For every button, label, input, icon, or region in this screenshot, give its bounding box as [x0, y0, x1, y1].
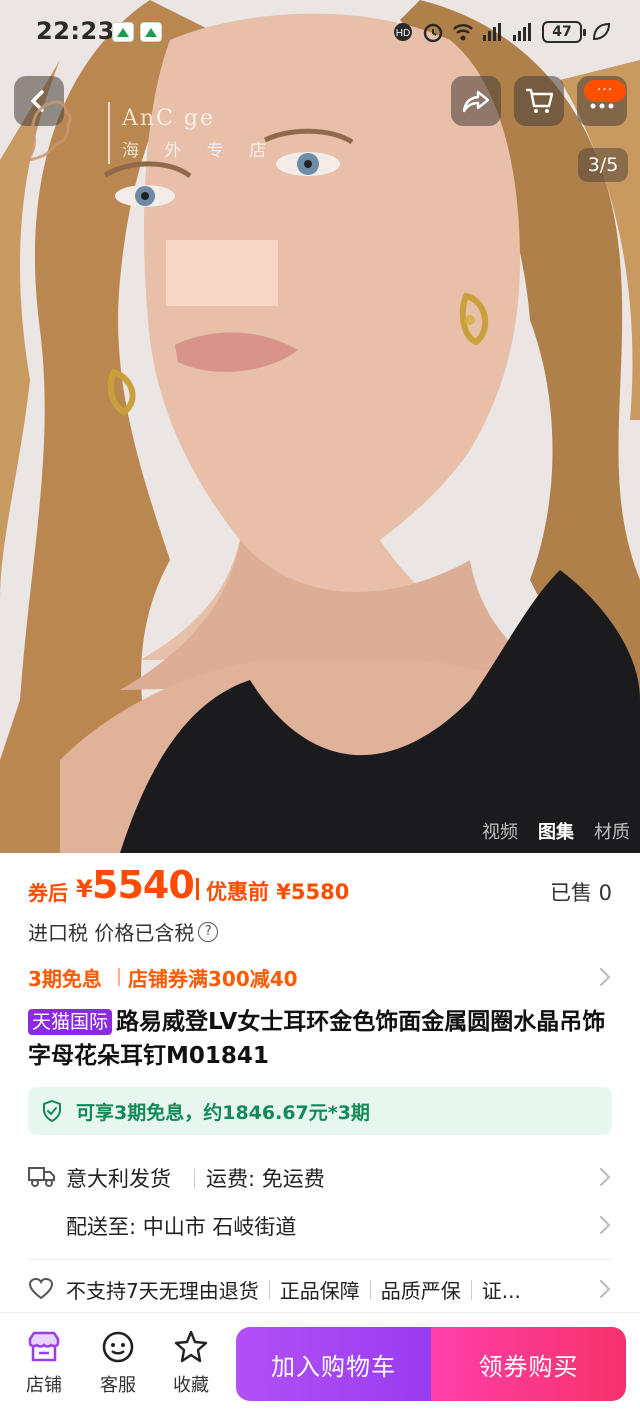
favorite-tab[interactable]: 收藏 — [161, 1329, 221, 1397]
guarantee-divider — [369, 1279, 371, 1300]
product-photo — [0, 0, 640, 853]
share-icon — [462, 90, 490, 113]
promo-divider — [118, 968, 120, 986]
truck-icon — [28, 1167, 55, 1187]
add-to-cart-button[interactable]: 加入购物车 — [236, 1327, 431, 1401]
installment-text: 可享3期免息，约1846.67元*3期 — [76, 1101, 370, 1124]
tab-video[interactable]: 视频 — [482, 818, 518, 844]
ship-divider — [194, 1169, 195, 1189]
cart-button[interactable] — [514, 76, 564, 126]
guarantee-item: 品质严保 — [380, 1279, 461, 1303]
price-row: 券后 ¥ 5540 优惠前 ¥5580 已售 0 — [28, 863, 612, 909]
shipping-row[interactable]: 意大利发货 运费: 免运费 — [28, 1159, 612, 1195]
signal-icon — [483, 23, 501, 41]
star-icon — [174, 1330, 208, 1363]
media-tabs: 视频 图集 材质 — [482, 818, 630, 844]
app-notification-icon — [140, 22, 162, 42]
chat-icon — [102, 1331, 134, 1363]
guarantee-items: 不支持7天无理由退货 正品保障 品质严保 证... — [66, 1275, 521, 1304]
guarantee-divider — [470, 1279, 472, 1300]
product-title: 天猫国际 路易威登LV女士耳环金色饰面金属圆圈水晶吊饰字母花朵耳钉M01841 — [28, 1005, 612, 1073]
status-time: 22:23 — [36, 17, 115, 45]
watermark-divider — [108, 102, 110, 164]
wifi-icon — [453, 24, 473, 41]
divider — [28, 1259, 612, 1260]
tax-text: 进口税 价格已含税 — [28, 921, 195, 945]
cart-icon — [526, 88, 554, 113]
heart-shield-icon — [28, 1277, 54, 1300]
help-icon[interactable]: ? — [198, 921, 219, 942]
promo-row[interactable]: 3期免息 店铺券满300减40 — [28, 961, 612, 993]
deliver-to: 配送至: 中山市 石岐街道 — [66, 1215, 297, 1239]
deliver-to-row[interactable]: 配送至: 中山市 石岐街道 — [66, 1209, 612, 1245]
sold-count: 已售 0 — [549, 881, 612, 905]
shield-check-icon — [43, 1099, 61, 1123]
price-currency: ¥ — [76, 875, 93, 903]
favorite-label: 收藏 — [173, 1375, 209, 1396]
chevron-right-icon — [599, 1279, 611, 1299]
bottom-action-bar: 店铺 客服 收藏 加入购物车 领券购买 — [0, 1312, 640, 1415]
image-counter: 3/5 — [578, 148, 628, 182]
guarantee-item: 正品保障 — [279, 1279, 360, 1303]
alarm-icon — [423, 23, 443, 43]
price-divider — [196, 878, 199, 900]
status-icons: HD 47 — [392, 18, 612, 46]
shipping-fee: 运费: 免运费 — [206, 1167, 325, 1191]
tab-material[interactable]: 材质 — [594, 818, 630, 844]
service-label: 客服 — [100, 1375, 136, 1396]
svg-text:HD: HD — [396, 28, 410, 39]
chevron-right-icon — [599, 1215, 611, 1235]
price-after-label: 券后 — [28, 881, 68, 905]
store-tab[interactable]: 店铺 — [14, 1329, 74, 1397]
more-badge: ··· — [584, 80, 626, 102]
product-image-gallery[interactable]: 22:23 HD 47 ··· AnC ge 海 外 专 店 3/5 视频 图集… — [0, 0, 640, 853]
store-logo — [26, 100, 72, 162]
store-icon — [28, 1331, 60, 1362]
product-title-text: 路易威登LV女士耳环金色饰面金属圆圈水晶吊饰字母花朵耳钉M01841 — [28, 1009, 606, 1069]
watermark-cn: 海 外 专 店 — [122, 141, 277, 161]
status-bar: 22:23 HD 47 — [0, 0, 640, 60]
watermark-en: AnC ge — [122, 106, 215, 131]
battery-icon: 47 — [542, 21, 586, 43]
hd-icon: HD — [394, 23, 412, 41]
price-before-discount: 优惠前 ¥5580 — [206, 880, 350, 904]
share-button[interactable] — [451, 76, 501, 126]
guarantee-item: 证... — [481, 1279, 521, 1303]
chevron-right-icon — [599, 1167, 611, 1187]
coupon-promo: 店铺券满300减40 — [128, 967, 298, 991]
price-after-coupon: 5540 — [92, 863, 195, 907]
guarantee-divider — [268, 1279, 270, 1300]
product-detail: 券后 ¥ 5540 优惠前 ¥5580 已售 0 进口税 价格已含税 ? 3期免… — [0, 853, 640, 1323]
signal-icon — [513, 23, 531, 41]
guarantee-item: 不支持7天无理由退货 — [66, 1279, 259, 1303]
app-notification-icon — [112, 22, 134, 42]
installment-box[interactable]: 可享3期免息，约1846.67元*3期 — [28, 1087, 612, 1135]
tax-row[interactable]: 进口税 价格已含税 ? — [28, 917, 219, 946]
customer-service-tab[interactable]: 客服 — [88, 1329, 148, 1397]
tab-album[interactable]: 图集 — [538, 818, 574, 844]
buy-with-coupon-button[interactable]: 领券购买 — [431, 1327, 626, 1401]
store-label: 店铺 — [26, 1375, 62, 1396]
guarantee-row[interactable]: 不支持7天无理由退货 正品保障 品质严保 证... — [28, 1271, 612, 1307]
tmall-global-badge: 天猫国际 — [28, 1009, 113, 1035]
leaf-icon — [592, 22, 611, 41]
installment-promo: 3期免息 — [28, 967, 102, 991]
chevron-right-icon — [599, 967, 611, 987]
ship-origin: 意大利发货 — [66, 1167, 171, 1191]
